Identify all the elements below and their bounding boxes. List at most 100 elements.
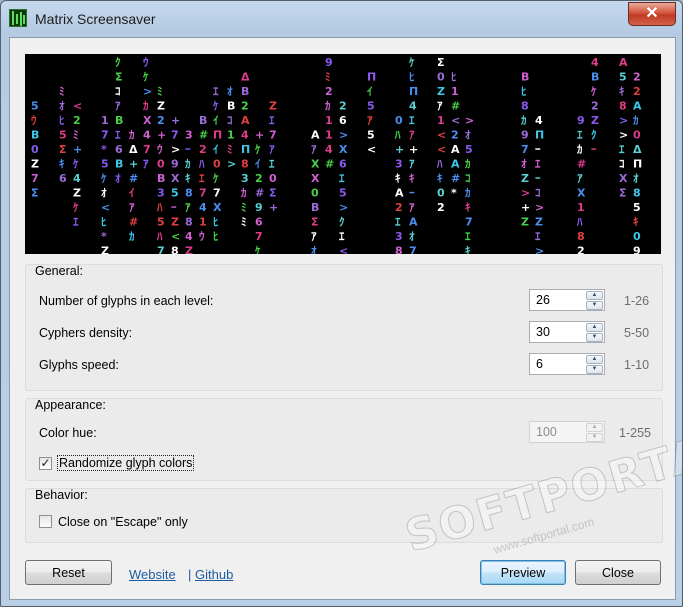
matrix-glyph: 4 [73, 172, 81, 185]
spin-down-icon[interactable]: ▼ [586, 433, 603, 442]
matrix-glyph: Z [535, 216, 543, 229]
matrix-glyph: ｴ [339, 230, 345, 243]
matrix-glyph: ｵ [115, 172, 121, 185]
matrix-glyph: ｶ [129, 230, 135, 243]
matrix-glyph: ｵ [409, 230, 415, 243]
window-close-button[interactable]: ✕ [628, 2, 676, 26]
glyphs-speed-label: Glyphs speed: [39, 358, 119, 372]
matrix-glyph: A [311, 129, 320, 142]
matrix-glyph: # [451, 100, 460, 113]
matrix-glyph: Z [521, 216, 529, 229]
matrix-glyph: Z [185, 245, 193, 255]
matrix-glyph: # [199, 129, 208, 142]
website-link[interactable]: Website [129, 567, 176, 582]
title-bar[interactable]: Matrix Screensaver ✕ [1, 1, 682, 37]
matrix-glyph: 2 [241, 100, 249, 113]
cyphers-density-spinner[interactable]: 30 ▲ ▼ [529, 321, 605, 343]
matrix-glyph: 1 [325, 114, 333, 127]
matrix-glyph: X [213, 201, 222, 214]
matrix-glyph: ｸ [339, 216, 345, 229]
matrix-glyph: Δ [241, 71, 250, 84]
matrix-glyph: B [115, 114, 123, 127]
matrix-glyph: ｰ [171, 201, 177, 214]
matrix-glyph: 9 [577, 114, 585, 127]
app-window: Matrix Screensaver ✕ 5 ｳ B 0 Z 7 Σ ﾐｵﾋ 5 Σ ｷ 6 <2 ﾐ + ｹ… [0, 0, 683, 607]
spin-up-icon[interactable]: ▲ [586, 423, 603, 432]
matrix-glyph: < [339, 245, 348, 255]
matrix-glyph: 2 [325, 85, 333, 98]
matrix-glyph: Σ [269, 187, 277, 200]
reset-button[interactable]: Reset [25, 560, 112, 585]
color-hue-value[interactable]: 100 [536, 425, 557, 439]
matrix-glyph: 4 [409, 100, 417, 113]
spin-down-icon[interactable]: ▼ [586, 333, 603, 342]
close-button[interactable]: Close [575, 560, 661, 585]
close-on-escape-label[interactable]: Close on "Escape" only [58, 515, 188, 529]
matrix-glyph: ｺ [115, 85, 121, 98]
cyphers-density-label: Cyphers density: [39, 326, 133, 340]
matrix-glyph: X [311, 172, 320, 185]
close-icon: ✕ [645, 5, 659, 22]
matrix-glyph: ｴ [269, 114, 275, 127]
matrix-glyph: ｴ [577, 129, 583, 142]
matrix-glyph: 9 [521, 129, 529, 142]
matrix-glyph: ｳ [157, 143, 163, 156]
spin-down-icon[interactable]: ▼ [586, 365, 603, 374]
close-on-escape-checkbox[interactable] [39, 515, 52, 528]
spin-down-icon[interactable]: ▼ [586, 301, 603, 310]
glyphs-per-level-spinner[interactable]: 26 ▲ ▼ [529, 289, 605, 311]
color-hue-spinner[interactable]: 100 ▲ ▼ [529, 421, 605, 443]
matrix-glyph: Σ [31, 187, 39, 200]
matrix-glyph: Z [31, 158, 39, 171]
matrix-glyph: 5 [367, 129, 375, 142]
matrix-glyph: ｲ [367, 85, 373, 98]
randomize-colors-label[interactable]: Randomize glyph colors [56, 455, 195, 471]
matrix-glyph: 8 [633, 187, 641, 200]
matrix-glyph: 0 [269, 172, 277, 185]
matrix-glyph: 7 [409, 245, 417, 255]
matrix-glyph: 7 [199, 187, 207, 200]
spin-up-icon[interactable]: ▲ [586, 291, 603, 300]
matrix-glyph: > [619, 114, 628, 127]
matrix-glyph: 3 [185, 129, 193, 142]
matrix-glyph: X [339, 143, 348, 156]
matrix-glyph: ｶ [143, 100, 149, 113]
spin-up-icon[interactable]: ▲ [586, 323, 603, 332]
matrix-glyph: + [73, 143, 82, 156]
matrix-glyph: < [101, 201, 110, 214]
matrix-glyph: Z [437, 85, 445, 98]
matrix-glyph: ｶ [633, 114, 639, 127]
matrix-glyph: ｱ [185, 201, 191, 214]
matrix-glyph: X [143, 114, 152, 127]
matrix-glyph: ｱ [577, 172, 583, 185]
matrix-glyph: 0 [213, 158, 221, 171]
matrix-glyph: ｷ [395, 172, 401, 185]
glyphs-speed-value[interactable]: 6 [536, 357, 543, 371]
cyphers-density-value[interactable]: 30 [536, 325, 550, 339]
matrix-glyph: X [311, 158, 320, 171]
matrix-glyph: 8 [395, 245, 403, 255]
matrix-glyph: B [31, 129, 39, 142]
matrix-glyph: ﾐ [157, 85, 163, 98]
spin-up-icon[interactable]: ▲ [586, 355, 603, 364]
matrix-glyph: ｶ [521, 114, 527, 127]
matrix-glyph: 6 [339, 114, 347, 127]
github-link[interactable]: Github [195, 567, 233, 582]
matrix-glyph: > [171, 143, 180, 156]
matrix-glyph: 7 [101, 129, 109, 142]
matrix-glyph: 4 [185, 230, 193, 243]
matrix-glyph: ﾐ [59, 85, 65, 98]
matrix-glyph: # [255, 187, 264, 200]
matrix-glyph: ﾐ [325, 71, 331, 84]
matrix-glyph: Z [269, 100, 277, 113]
glyphs-speed-spinner[interactable]: 6 ▲ ▼ [529, 353, 605, 375]
preview-button[interactable]: Preview [480, 560, 566, 585]
matrix-glyph: A [619, 56, 628, 69]
glyphs-per-level-value[interactable]: 26 [536, 293, 550, 307]
matrix-glyph: 8 [521, 100, 529, 113]
matrix-glyph: ｴ [395, 216, 401, 229]
matrix-glyph: ｶ [241, 187, 247, 200]
randomize-colors-checkbox[interactable]: ✓ [39, 457, 52, 470]
matrix-glyph: Σ [59, 143, 67, 156]
matrix-glyph: 2 [633, 85, 641, 98]
